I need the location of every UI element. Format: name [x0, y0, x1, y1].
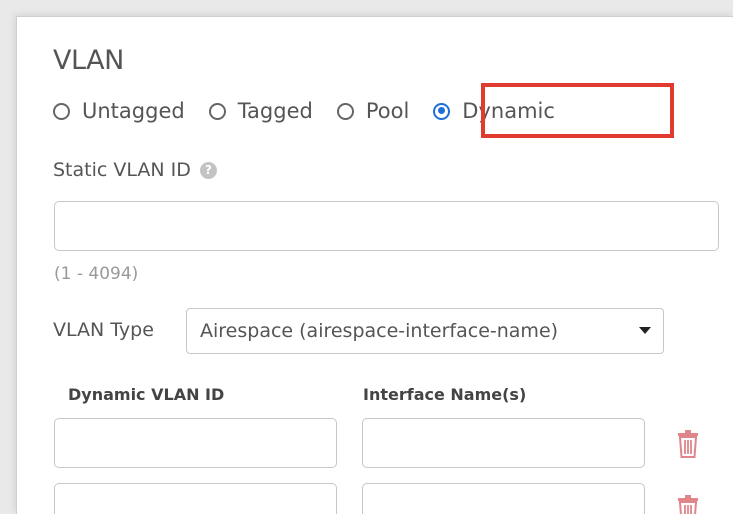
trash-icon[interactable] [677, 495, 699, 514]
interface-name-input-row2[interactable] [362, 483, 645, 514]
dynamic-vlan-id-input-row2[interactable] [54, 483, 337, 514]
radio-pool-circle[interactable] [336, 102, 354, 120]
caret-down-icon [639, 327, 651, 334]
section-title: VLAN [53, 45, 124, 76]
trash-icon[interactable] [677, 430, 699, 458]
radio-untagged[interactable]: Untagged [53, 99, 185, 123]
vlan-type-select[interactable]: Airespace (airespace-interface-name) [186, 308, 664, 354]
radio-tagged-circle[interactable] [208, 102, 226, 120]
vlan-type-selected-value: Airespace (airespace-interface-name) [200, 320, 559, 342]
static-vlan-id-label-text: Static VLAN ID [53, 159, 191, 181]
radio-untagged-circle[interactable] [53, 102, 70, 120]
radio-untagged-label: Untagged [82, 99, 185, 123]
radio-pool[interactable]: Pool [336, 99, 410, 123]
dynamic-vlan-id-input-row1[interactable] [54, 418, 337, 468]
vlan-type-label: VLAN Type [53, 319, 154, 341]
radio-tagged-label: Tagged [237, 99, 313, 123]
radio-pool-label: Pool [365, 99, 410, 123]
static-vlan-range-hint: (1 - 4094) [54, 264, 139, 284]
help-circle-icon[interactable]: ? [199, 161, 217, 179]
interface-name-input-row1[interactable] [362, 418, 645, 468]
vlan-mode-radio-group: Untagged Tagged Pool Dynamic [53, 99, 555, 123]
dynamic-highlight-box [481, 83, 674, 138]
col-header-dynamic-vlan-id: Dynamic VLAN ID [68, 385, 225, 404]
static-vlan-id-input[interactable] [54, 201, 719, 251]
radio-dynamic-circle[interactable] [433, 102, 451, 120]
static-vlan-id-label: Static VLAN ID ? [53, 159, 217, 181]
col-header-interface-names: Interface Name(s) [363, 385, 527, 404]
vlan-panel: VLAN Untagged Tagged Pool Dynamic Static… [16, 16, 733, 514]
radio-tagged[interactable]: Tagged [208, 99, 313, 123]
